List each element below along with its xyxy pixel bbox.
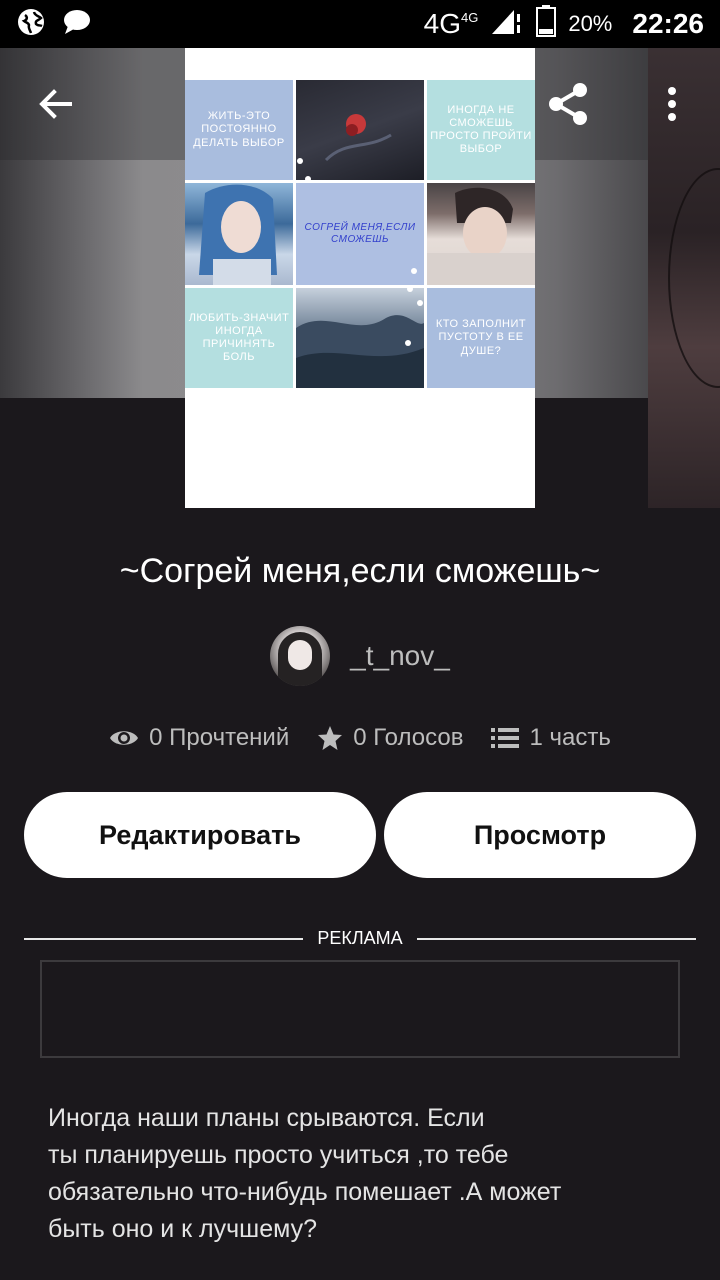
parts-count: 1 часть [529,724,611,751]
story-stats: 0 Прочтений 0 Голосов 1 часть [0,724,720,752]
more-vertical-icon [668,87,676,121]
reads-stat: 0 Прочтений [109,724,289,752]
cover-tile [185,183,293,285]
ad-divider: РЕКЛАМА [24,928,697,949]
cover-tile [296,288,424,388]
author-row[interactable]: _t_nov_ [0,626,720,686]
back-button[interactable] [28,76,84,132]
ad-slot[interactable] [40,960,680,1058]
more-options-button[interactable] [650,76,694,132]
star-icon [318,726,343,750]
eye-icon [110,731,139,745]
list-icon [491,728,520,748]
avatar[interactable] [270,626,331,686]
cover-tile: ЖИТЬ-ЭТО ПОСТОЯННО ДЕЛАТЬ ВЫБОР [185,80,293,180]
cover-tile [296,80,424,180]
votes-stat: 0 Голосов [317,724,463,752]
network-type: 4G 4G [423,8,479,39]
arrow-left-icon [39,89,72,119]
author-name[interactable]: _t_nov_ [350,640,450,672]
cover-tile: КТО ЗАПОЛНИТ ПУСТОТУ В ЕЕ ДУШЕ? [427,288,535,388]
battery-percent: 20% [568,11,613,36]
story-header: ЖИТЬ-ЭТО ПОСТОЯННО ДЕЛАТЬ ВЫБОР ИНОГДА Н… [0,48,720,508]
story-description: Иногда наши планы срываются. Если ты пла… [48,1104,562,1243]
cover-tile: ЛЮБИТЬ-ЗНАЧИТ ИНОГДА ПРИЧИНЯТЬ БОЛЬ [185,288,293,388]
parts-stat[interactable]: 1 часть [491,724,611,752]
story-cover[interactable]: ЖИТЬ-ЭТО ПОСТОЯННО ДЕЛАТЬ ВЫБОР ИНОГДА Н… [185,48,535,508]
share-button[interactable] [540,76,596,132]
cover-tile [427,183,535,285]
votes-count: 0 Голосов [353,724,464,751]
globe-icon [16,7,46,42]
reads-count: 0 Прочтений [149,724,290,751]
cover-tile: СОГРЕЙ МЕНЯ,ЕСЛИ СМОЖЕШЬ [296,183,424,285]
signal-icon [490,6,524,43]
chat-bubble-icon [62,8,92,41]
share-icon [549,83,587,125]
story-title: ~Согрей меня,если сможешь~ [119,552,601,590]
cover-tile: ИНОГДА НЕ СМОЖЕШЬ ПРОСТО ПРОЙТИ ВЫБОР [427,80,535,180]
cover-collage: ЖИТЬ-ЭТО ПОСТОЯННО ДЕЛАТЬ ВЫБОР ИНОГДА Н… [185,80,535,388]
preview-button[interactable]: Просмотр [384,792,696,878]
clock: 22:26 [632,8,704,39]
ad-label: РЕКЛАМА [317,928,403,948]
edit-button[interactable]: Редактировать [24,792,376,878]
battery-icon [536,4,557,44]
status-bar: 4G 4G 20% 22:26 [0,0,720,48]
